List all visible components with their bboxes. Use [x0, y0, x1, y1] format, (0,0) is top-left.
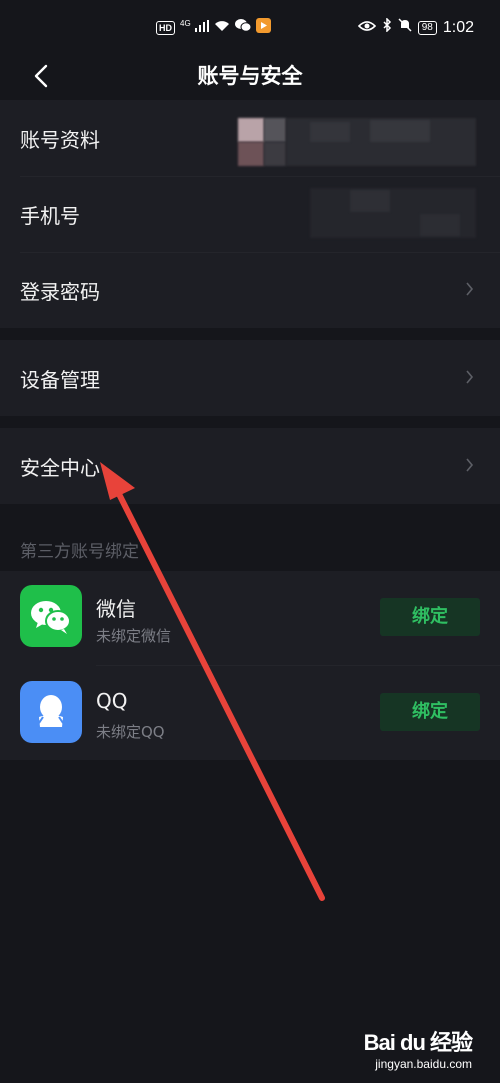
account-section: 账号资料 手机号 登录密码 [0, 100, 500, 328]
wifi-icon [214, 19, 230, 37]
chevron-right-icon [466, 458, 474, 472]
bind-status: 未绑定QQ [96, 723, 165, 741]
row-label: 账号资料 [20, 128, 100, 152]
third-party-section: 微信 未绑定微信 绑定 QQ 未绑定QQ 绑定 [0, 571, 500, 760]
row-security-center[interactable]: 安全中心 [0, 428, 500, 504]
bluetooth-icon [382, 17, 392, 37]
eye-icon [357, 19, 376, 37]
row-label: 安全中心 [20, 456, 100, 480]
row-label: 登录密码 [20, 280, 100, 304]
row-phone-number[interactable]: 手机号 [0, 176, 500, 252]
qq-icon [20, 681, 82, 743]
watermark-logo: Bai du 经验 [363, 1030, 473, 1055]
row-label: 手机号 [20, 204, 80, 228]
battery-indicator: 98 [417, 20, 437, 35]
watermark: Bai du 经验 jingyan.baidu.com [363, 1025, 473, 1071]
wechat-status-icon [235, 19, 252, 37]
chevron-right-icon [466, 370, 474, 384]
clock: 1:02 [442, 18, 474, 36]
nav-bar: 账号与安全 [0, 56, 500, 96]
app-name: QQ [96, 689, 128, 713]
mute-bell-icon [398, 18, 412, 37]
chevron-right-icon [466, 282, 474, 296]
watermark-url: jingyan.baidu.com [375, 1057, 472, 1071]
row-login-password[interactable]: 登录密码 [0, 252, 500, 328]
signal-icon: 4G [180, 19, 210, 37]
row-device-management[interactable]: 设备管理 [0, 340, 500, 416]
status-bar: HD 4G 98 1:02 [0, 0, 500, 56]
row-label: 设备管理 [20, 368, 100, 392]
divider [96, 665, 500, 666]
network-type: 4G [180, 19, 191, 28]
page-title: 账号与安全 [197, 64, 303, 88]
video-app-icon [256, 18, 272, 38]
wechat-icon [20, 585, 82, 647]
bind-status: 未绑定微信 [96, 627, 172, 645]
bind-wechat-button[interactable]: 绑定 [380, 598, 480, 636]
status-left-icons: HD 4G [156, 18, 272, 38]
bind-qq-button[interactable]: 绑定 [380, 693, 480, 731]
hd-badge: HD [156, 21, 175, 35]
row-account-profile[interactable]: 账号资料 [0, 100, 500, 176]
device-section: 设备管理 [0, 340, 500, 416]
security-section: 安全中心 [0, 428, 500, 504]
third-party-heading: 第三方账号绑定 [20, 542, 139, 562]
status-right-icons: 98 1:02 [357, 17, 474, 37]
app-name: 微信 [96, 597, 136, 621]
